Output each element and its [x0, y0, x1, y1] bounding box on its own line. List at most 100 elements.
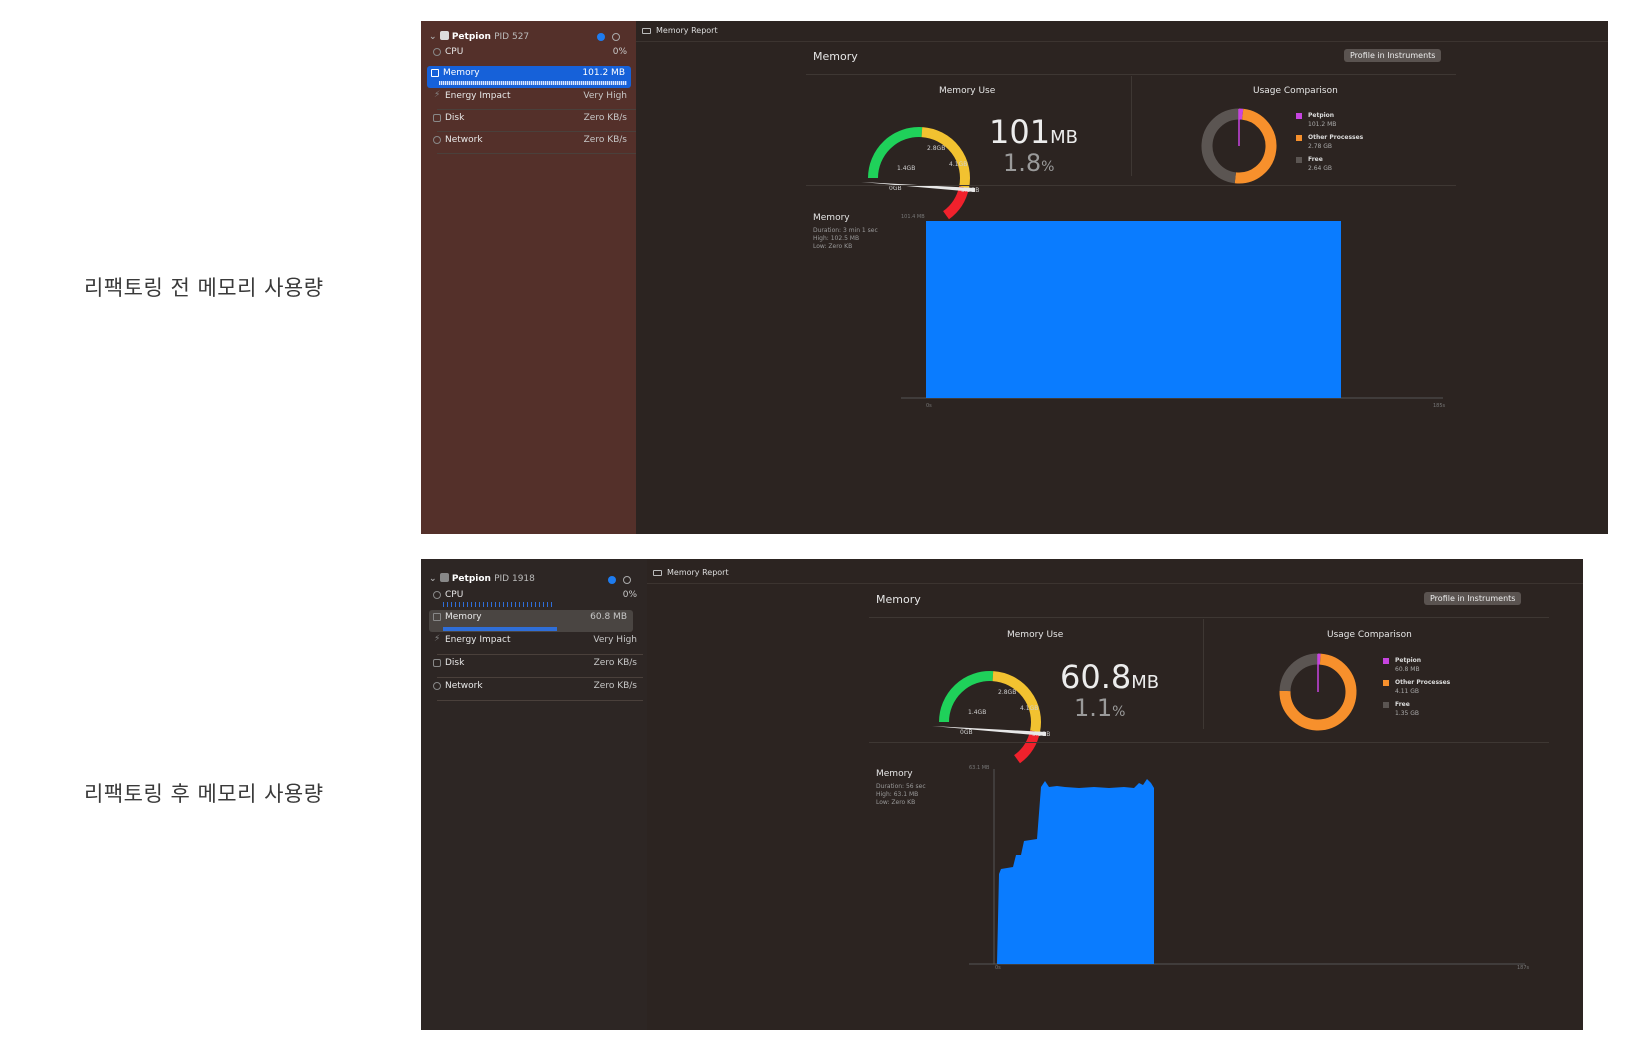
memory-area — [926, 221, 1341, 398]
sidebar-item-label: CPU — [445, 590, 464, 600]
report-icon — [653, 570, 662, 576]
process-pid: PID 527 — [494, 32, 530, 42]
memory-graph-label: Memory — [876, 769, 913, 779]
sidebar-item-label: Disk — [445, 113, 465, 123]
memory-use-unit: MB — [1050, 127, 1078, 148]
gauge-needle — [932, 726, 1046, 736]
gauge-tick-label: 1.4GB — [968, 709, 986, 716]
divider — [1203, 619, 1204, 729]
report-title[interactable]: Memory Report — [656, 26, 718, 35]
gauge-segment — [921, 127, 970, 189]
legend-swatch — [1296, 135, 1302, 141]
sidebar-item-energy[interactable]: ⚡ Energy Impact Very High — [429, 633, 643, 653]
stat-high: High: 63.1 MB — [876, 791, 919, 798]
profile-in-instruments-button[interactable]: Profile in Instruments — [1424, 592, 1522, 605]
sidebar-item-cpu[interactable]: CPU 0% — [429, 588, 643, 608]
divider — [437, 109, 637, 110]
stat-duration: Duration: 3 min 1 sec — [813, 227, 878, 234]
divider — [869, 742, 1549, 743]
gauge-tick-label: 2.8GB — [998, 689, 1016, 696]
legend-name: Other Processes — [1395, 679, 1451, 686]
sidebar-item-label: CPU — [445, 47, 464, 57]
memory-report-panel: Memory Report Memory Profile in Instrume… — [647, 559, 1583, 1030]
legend-swatch — [1383, 680, 1389, 686]
cpu-icon — [433, 591, 441, 599]
gauge-tick-label: 0GB — [960, 729, 973, 736]
sidebar-item-disk[interactable]: Disk Zero KB/s — [429, 656, 643, 676]
graph-x-start: 0s — [995, 965, 1001, 971]
gauge-tick-label: 0GB — [889, 185, 902, 192]
divider — [437, 677, 643, 678]
debug-sidebar: ⌄ Petpion PID 1918 CPU 0% Memory 60.8 MB… — [421, 559, 648, 1030]
sidebar-item-network[interactable]: Network Zero KB/s — [429, 133, 633, 153]
memory-area — [997, 779, 1154, 964]
chevron-down-icon: ⌄ — [429, 32, 437, 42]
energy-icon: ⚡ — [434, 634, 441, 644]
pause-icon[interactable] — [612, 33, 620, 41]
disk-icon — [433, 659, 441, 667]
sidebar-item-label: Energy Impact — [445, 635, 511, 645]
breakpoint-icon[interactable] — [597, 33, 605, 41]
sidebar-item-value: Very High — [593, 635, 637, 645]
memory-graph-stats: Duration: 3 min 1 sec High: 102.5 MB Low… — [813, 227, 878, 251]
sidebar-item-value: 60.8 MB — [590, 612, 627, 622]
stat-low: Low: Zero KB — [876, 799, 916, 806]
sidebar-item-energy[interactable]: ⚡ Energy Impact Very High — [429, 89, 633, 109]
percent-unit: % — [1112, 704, 1126, 720]
breakpoint-icon[interactable] — [608, 576, 616, 584]
legend-name: Free — [1308, 156, 1323, 163]
sidebar-item-value: Zero KB/s — [593, 658, 637, 668]
stat-high: High: 102.5 MB — [813, 235, 860, 242]
memory-area-chart — [901, 221, 1443, 399]
app-icon — [439, 573, 449, 582]
network-icon — [433, 682, 441, 690]
usage-comparison-title: Usage Comparison — [1327, 630, 1412, 640]
memory-graph-label: Memory — [813, 213, 850, 223]
graph-x-end: 185s — [1433, 403, 1446, 409]
memory-use-number: 60.8 — [1060, 658, 1132, 696]
legend-name: Petpion — [1395, 657, 1422, 664]
memory-use-value: 101MB — [989, 113, 1078, 151]
sidebar-item-disk[interactable]: Disk Zero KB/s — [429, 111, 633, 131]
divider — [806, 185, 1456, 186]
divider — [437, 131, 637, 132]
report-icon — [642, 28, 651, 34]
legend-value: 4.11 GB — [1395, 688, 1420, 695]
sidebar-item-label: Network — [445, 135, 483, 145]
memory-report-panel: Memory Report Memory Profile in Instrume… — [636, 21, 1608, 534]
sidebar-item-value: 0% — [622, 590, 637, 600]
after-xcode-debug-navigator: ⌄ Petpion PID 1918 CPU 0% Memory 60.8 MB… — [421, 559, 1583, 1030]
report-tab-bar: Memory Report — [636, 21, 1608, 42]
sidebar-item-label: Memory — [445, 612, 482, 622]
memory-use-title: Memory Use — [939, 86, 996, 96]
memory-graph-stats: Duration: 56 sec High: 63.1 MB Low: Zero… — [876, 783, 926, 807]
donut-slice — [1279, 653, 1319, 692]
usage-comparison-title: Usage Comparison — [1253, 86, 1338, 96]
sidebar-item-network[interactable]: Network Zero KB/s — [429, 679, 643, 699]
sidebar-item-value: Zero KB/s — [583, 113, 627, 123]
percent-number: 1.1 — [1074, 694, 1113, 722]
cpu-sparkline — [443, 602, 553, 607]
pause-icon[interactable] — [623, 576, 631, 584]
legend-name: Other Processes — [1308, 134, 1364, 141]
section-title: Memory — [876, 593, 921, 606]
sidebar-item-cpu[interactable]: CPU 0% — [429, 45, 633, 61]
divider — [806, 74, 1456, 75]
memory-gauge: 1.4GB2.8GB4.1GB5.5GB0GB — [932, 671, 1050, 764]
memory-icon — [431, 69, 439, 77]
report-title[interactable]: Memory Report — [667, 568, 729, 577]
memory-use-percent: 1.8% — [1003, 149, 1054, 177]
memory-use-value: 60.8MB — [1060, 658, 1159, 696]
process-header[interactable]: ⌄ Petpion PID 1918 — [429, 573, 535, 584]
process-header[interactable]: ⌄ Petpion PID 527 — [429, 31, 529, 42]
gauge-tick-label: 4.1GB — [949, 161, 967, 168]
profile-in-instruments-button[interactable]: Profile in Instruments — [1344, 49, 1442, 62]
sidebar-item-value: Zero KB/s — [593, 681, 637, 691]
graph-x-end: 187s — [1517, 965, 1530, 971]
divider — [437, 153, 637, 154]
usage-donut-chart — [1279, 653, 1357, 731]
sidebar-item-memory[interactable]: Memory 60.8 MB — [429, 610, 633, 632]
legend-swatch — [1383, 658, 1389, 664]
sidebar-item-memory[interactable]: Memory 101.2 MB — [427, 66, 631, 88]
memory-gauge: 1.4GB2.8GB4.1GB5.5GB0GB — [861, 127, 979, 220]
